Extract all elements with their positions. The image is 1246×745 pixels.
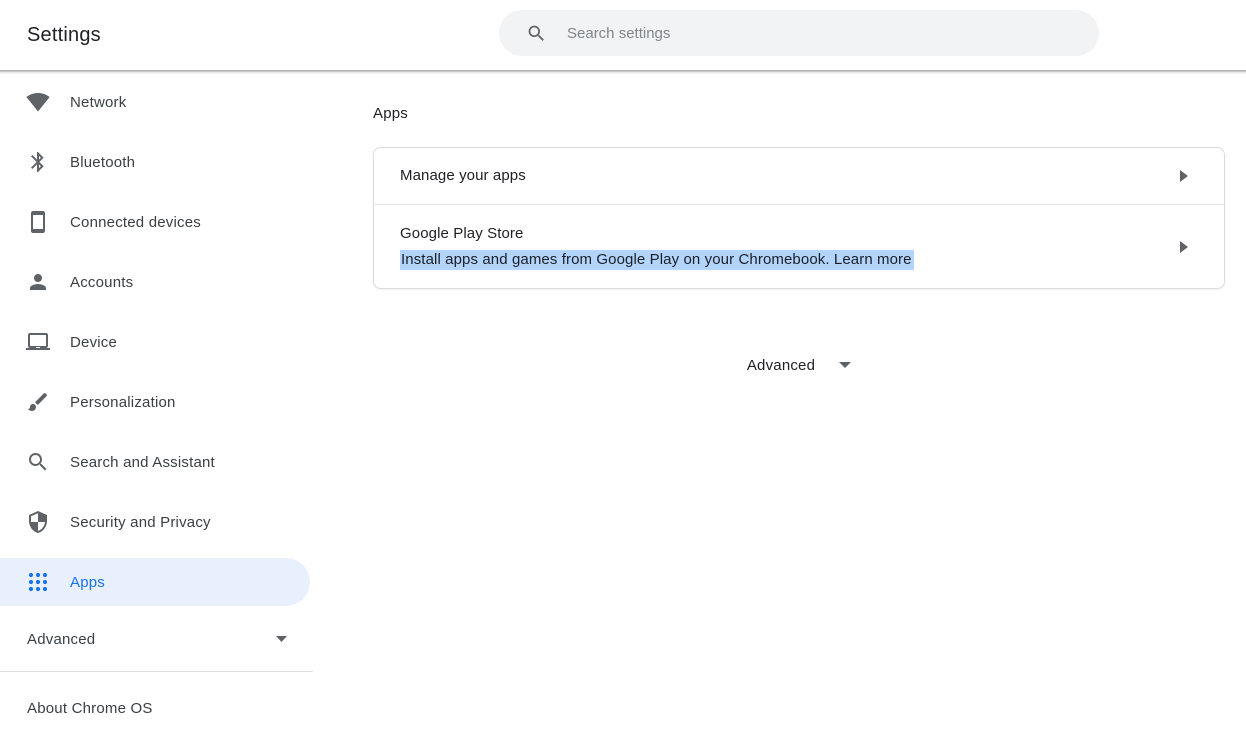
- sidebar-item-label: Bluetooth: [70, 154, 135, 171]
- sidebar-item-label: Device: [70, 334, 117, 351]
- sidebar-item-search-assistant[interactable]: Search and Assistant: [0, 438, 310, 486]
- main-content: Apps Manage your apps Google Play Store …: [313, 70, 1246, 745]
- sidebar-advanced-toggle[interactable]: Advanced: [0, 618, 313, 660]
- sidebar-item-accounts[interactable]: Accounts: [0, 258, 310, 306]
- sidebar-item-network[interactable]: Network: [0, 78, 310, 126]
- sidebar-advanced-label: Advanced: [27, 631, 95, 648]
- manage-your-apps-row[interactable]: Manage your apps: [374, 148, 1224, 204]
- person-icon: [26, 270, 50, 294]
- row-subtitle: Install apps and games from Google Play …: [400, 248, 1180, 271]
- sidebar-item-personalization[interactable]: Personalization: [0, 378, 310, 426]
- sidebar-item-connected-devices[interactable]: Connected devices: [0, 198, 310, 246]
- arrow-right-icon: [1180, 241, 1188, 253]
- apps-grid-icon: [26, 570, 50, 594]
- section-title: Apps: [373, 105, 1225, 122]
- sidebar-item-about-chrome-os[interactable]: About Chrome OS: [0, 672, 313, 744]
- shield-icon: [26, 510, 50, 534]
- sidebar-item-label: Network: [70, 94, 126, 111]
- google-play-store-row[interactable]: Google Play Store Install apps and games…: [374, 204, 1224, 288]
- chevron-down-icon: [839, 362, 851, 368]
- search-bar[interactable]: [499, 10, 1099, 56]
- about-label: About Chrome OS: [27, 700, 153, 717]
- page-title: Settings: [27, 24, 101, 47]
- search-icon: [526, 23, 547, 44]
- laptop-icon: [26, 330, 50, 354]
- smartphone-icon: [26, 210, 50, 234]
- search-input[interactable]: [567, 25, 1079, 42]
- sidebar-item-device[interactable]: Device: [0, 318, 310, 366]
- sidebar-item-label: Apps: [70, 574, 105, 591]
- sidebar-nav: Network Bluetooth Connected devices Acco…: [0, 70, 313, 745]
- advanced-label: Advanced: [747, 357, 815, 374]
- sidebar-item-bluetooth[interactable]: Bluetooth: [0, 138, 310, 186]
- bluetooth-icon: [26, 150, 50, 174]
- selected-text-highlight: Install apps and games from Google Play …: [400, 250, 914, 270]
- advanced-section-toggle[interactable]: Advanced: [373, 349, 1225, 381]
- sidebar-item-label: Security and Privacy: [70, 514, 211, 531]
- sidebar-item-label: Accounts: [70, 274, 133, 291]
- row-title: Manage your apps: [400, 165, 1180, 187]
- search-icon: [26, 450, 50, 474]
- arrow-right-icon: [1180, 170, 1188, 182]
- sidebar-item-label: Search and Assistant: [70, 454, 215, 471]
- header: Settings: [0, 0, 1246, 70]
- brush-icon: [26, 390, 50, 414]
- sidebar-item-security-privacy[interactable]: Security and Privacy: [0, 498, 310, 546]
- row-title: Google Play Store: [400, 223, 1180, 245]
- sidebar-item-apps[interactable]: Apps: [0, 558, 310, 606]
- sidebar-item-label: Personalization: [70, 394, 176, 411]
- chevron-down-icon: [276, 636, 287, 642]
- apps-settings-card: Manage your apps Google Play Store Insta…: [373, 147, 1225, 289]
- wifi-icon: [26, 90, 50, 114]
- sidebar-item-label: Connected devices: [70, 214, 201, 231]
